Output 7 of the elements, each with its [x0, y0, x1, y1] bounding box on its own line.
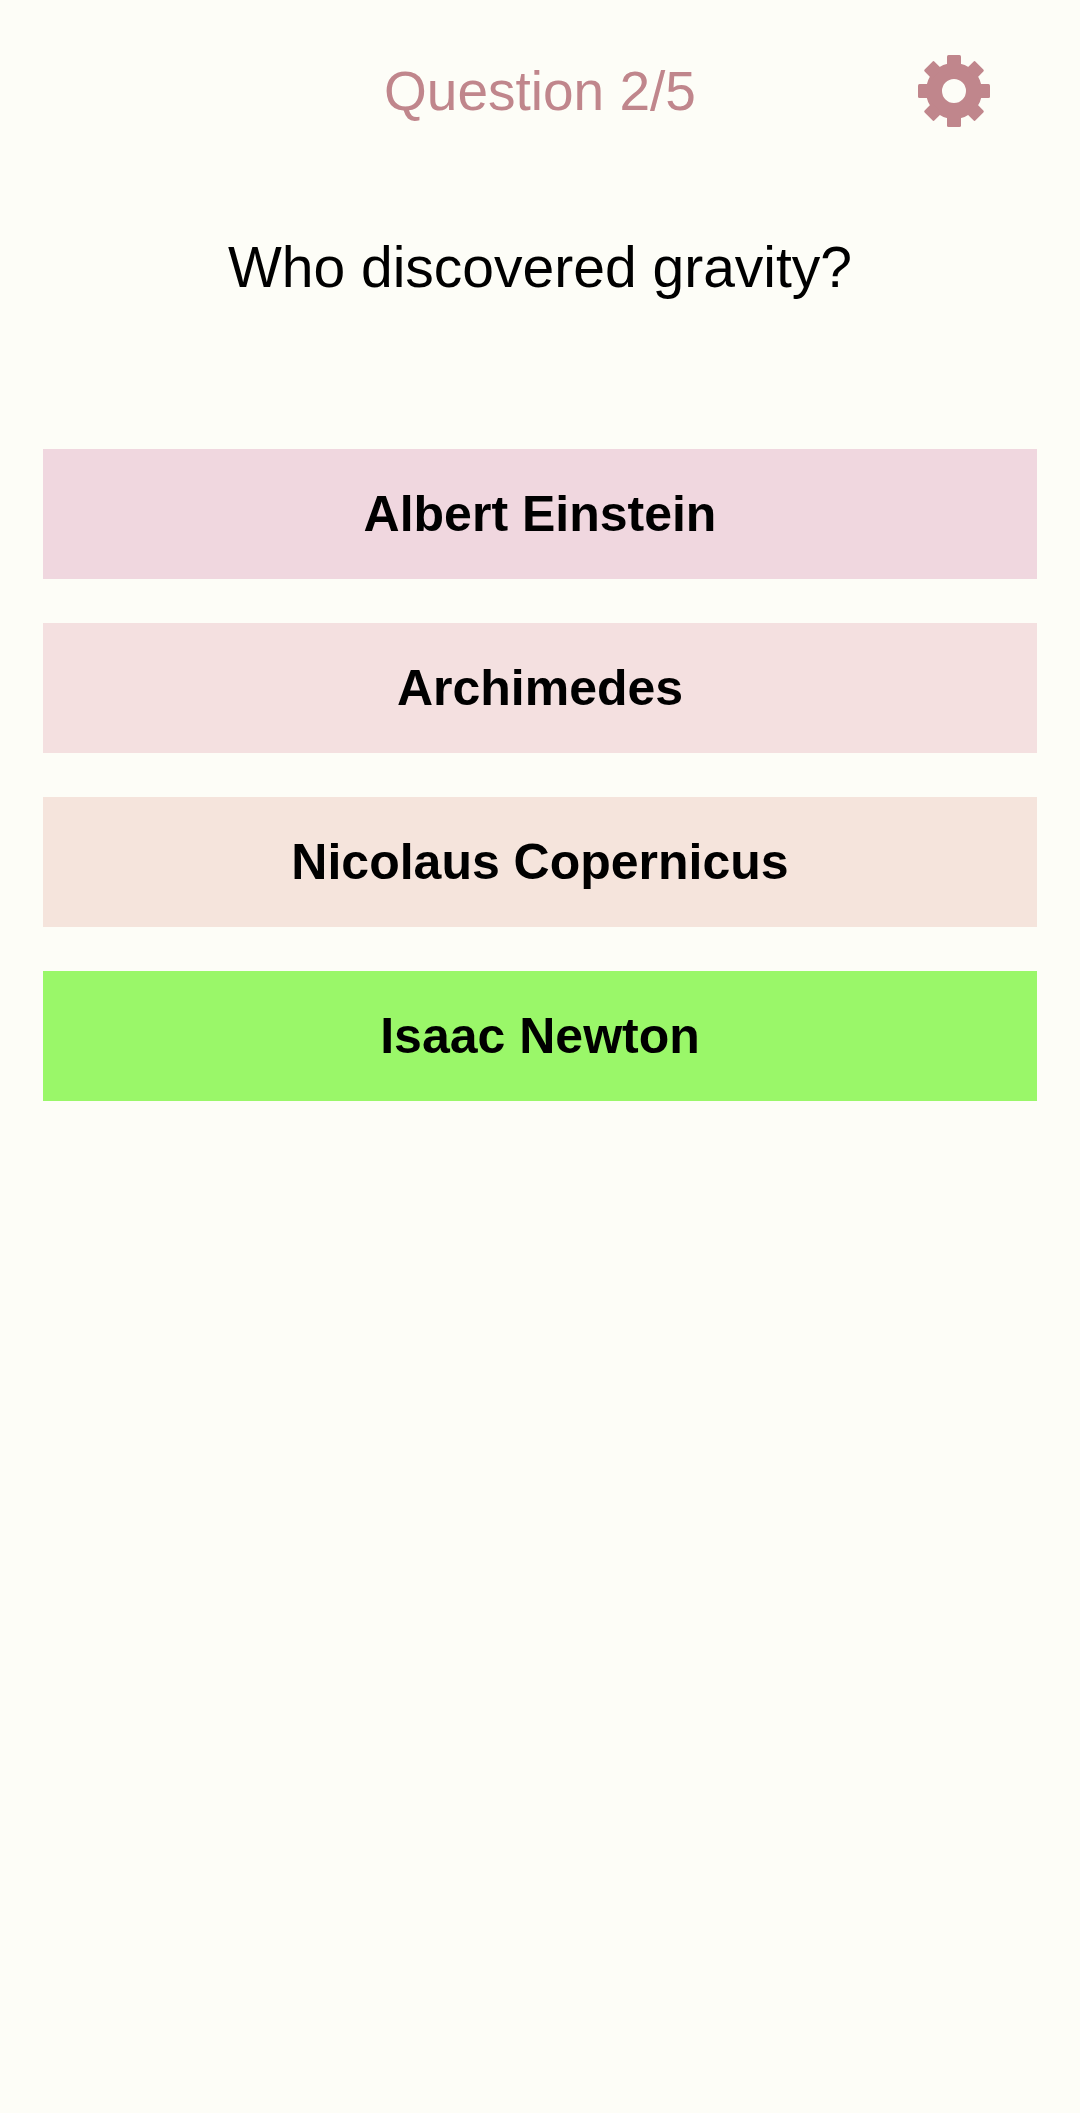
answer-button[interactable]: Archimedes: [43, 623, 1037, 753]
question-text: Who discovered gravity?: [226, 234, 854, 301]
settings-icon[interactable]: [918, 55, 990, 127]
answer-button[interactable]: Isaac Newton: [43, 971, 1037, 1101]
answer-button[interactable]: Nicolaus Copernicus: [43, 797, 1037, 927]
question-counter: Question 2/5: [384, 59, 696, 124]
answer-button[interactable]: Albert Einstein: [43, 449, 1037, 579]
